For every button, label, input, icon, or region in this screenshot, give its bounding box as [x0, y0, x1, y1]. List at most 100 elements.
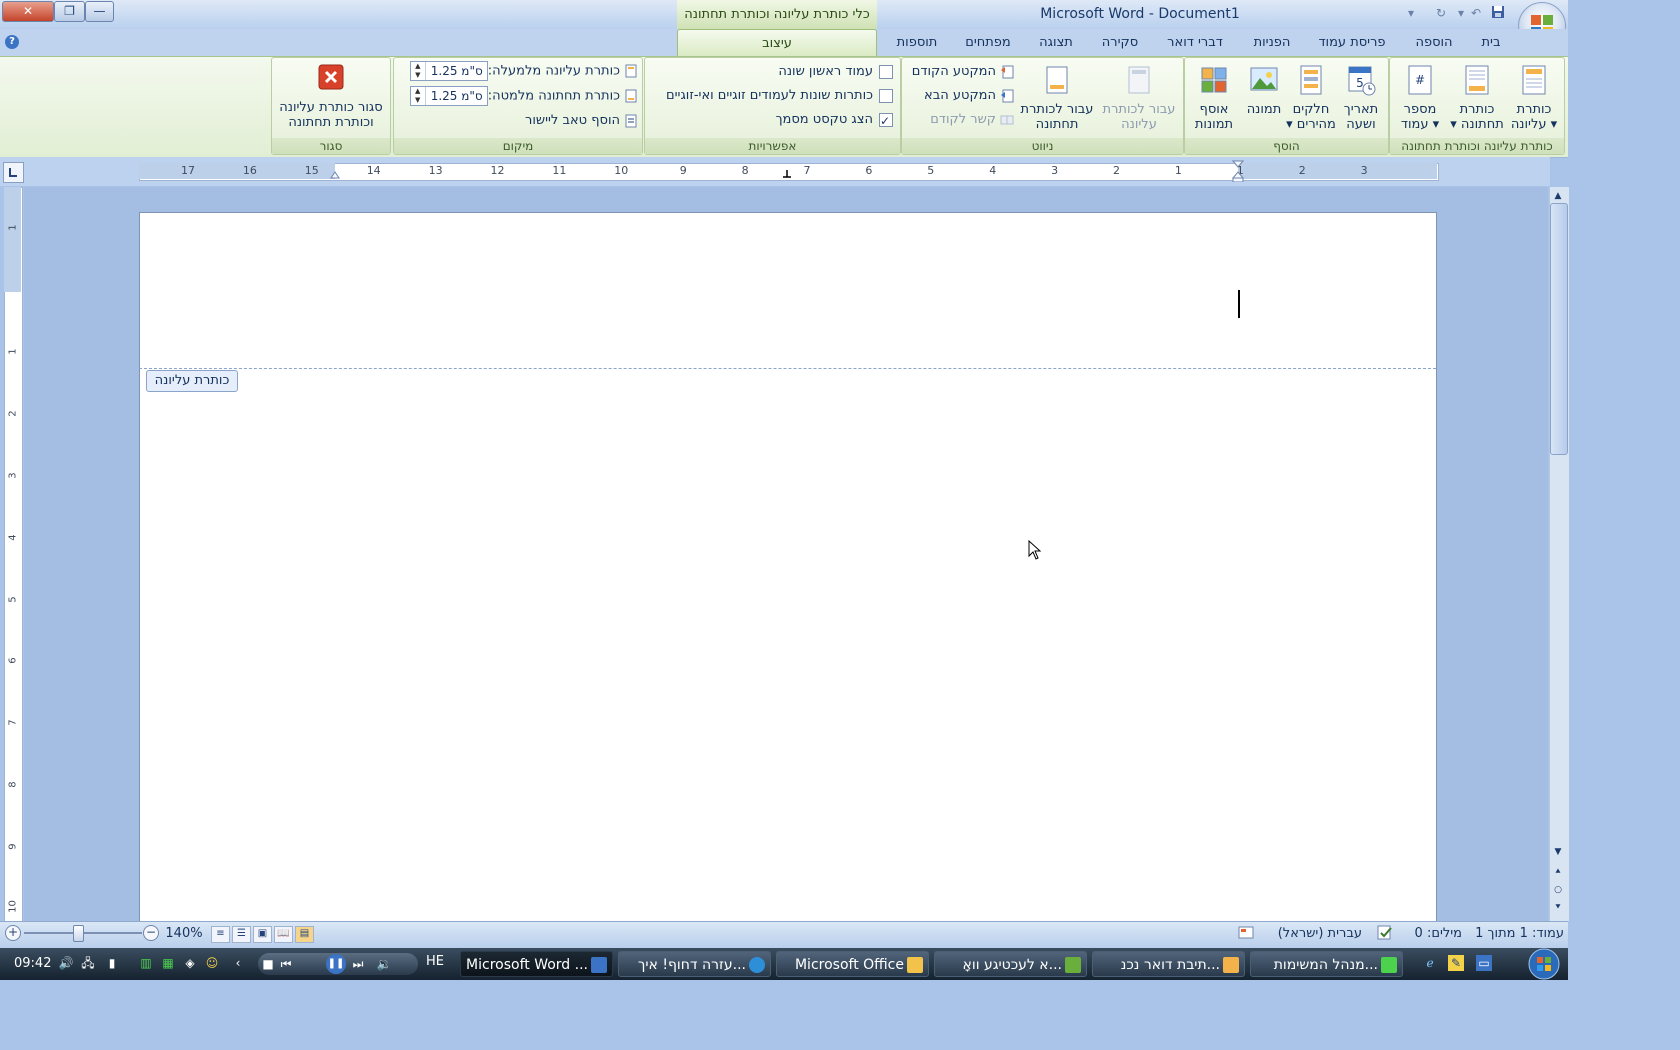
- quicklaunch-notepad-icon[interactable]: ✎: [1448, 955, 1464, 971]
- restore-window-button[interactable]: ❐: [54, 1, 85, 22]
- different-odd-even-option[interactable]: כותרות שונות לעמודים זוגיים ואי-זוגיים: [651, 86, 893, 106]
- save-icon[interactable]: [1490, 5, 1506, 21]
- picture-button[interactable]: תמונה: [1241, 64, 1287, 117]
- left-indent-marker-icon[interactable]: [330, 170, 340, 180]
- next-section-button[interactable]: המקטע הבא: [906, 86, 1014, 106]
- media-next-icon[interactable]: ⏭: [350, 956, 366, 972]
- media-stop-icon[interactable]: ■: [260, 956, 276, 972]
- tab-mailings[interactable]: דברי דואר: [1162, 33, 1228, 53]
- scrollbar-thumb[interactable]: [1550, 203, 1568, 455]
- date-time-button[interactable]: 5 תאריך ושעה: [1335, 64, 1387, 132]
- spinner-arrows-icon[interactable]: ▲ ▼: [411, 87, 426, 105]
- center-tab-marker-icon[interactable]: [782, 168, 792, 178]
- tab-review[interactable]: סקירה: [1098, 33, 1142, 53]
- tab-insert[interactable]: הוספה: [1410, 33, 1458, 53]
- start-button[interactable]: [1512, 948, 1568, 980]
- minimize-window-button[interactable]: —: [85, 1, 114, 22]
- media-pause-icon[interactable]: ❚❚: [326, 954, 346, 974]
- different-first-page-option[interactable]: עמוד ראשון שונה: [651, 62, 893, 82]
- clip-art-button[interactable]: אוסף תמונות: [1187, 64, 1241, 132]
- tab-page-layout[interactable]: פריסת עמוד: [1314, 33, 1390, 53]
- page-number-button[interactable]: # מספר עמוד ▾: [1392, 64, 1448, 132]
- calendar-clock-icon: 5: [1348, 66, 1376, 96]
- tray-app-icon[interactable]: ◈: [182, 955, 198, 971]
- quick-access-dropdown-icon[interactable]: ▾: [1403, 5, 1419, 21]
- taskbar-item-task-manager[interactable]: מנהל המשימות...: [1250, 951, 1403, 977]
- taskbar-clock[interactable]: 09:42: [14, 956, 51, 971]
- media-player-toolbar[interactable]: ■ ⏮ ❚❚ ⏭ 🔉: [258, 953, 418, 975]
- vertical-ruler[interactable]: [4, 187, 23, 922]
- media-volume-icon[interactable]: 🔉: [376, 956, 392, 972]
- word-count-status[interactable]: מילים: 0: [1406, 926, 1462, 942]
- power-icon[interactable]: ▮: [104, 955, 120, 971]
- draft-view-button[interactable]: ≡: [211, 926, 230, 943]
- goto-header-button[interactable]: עבור לכותרת עליונה: [1098, 64, 1180, 132]
- tab-references[interactable]: הפניות: [1248, 33, 1296, 53]
- zoom-in-button[interactable]: +: [5, 925, 21, 941]
- mail-icon: [1223, 957, 1239, 973]
- tab-developer[interactable]: מפתחים: [962, 33, 1014, 53]
- next-page-icon[interactable]: ⯆: [1551, 901, 1565, 915]
- tab-stop-icon: [9, 168, 17, 177]
- undo-dropdown-icon[interactable]: ▾: [1453, 5, 1469, 21]
- previous-page-icon[interactable]: ⯅: [1551, 865, 1565, 879]
- tab-view[interactable]: תצוגה: [1036, 33, 1076, 53]
- different-odd-even-label: כותרות שונות לעמודים זוגיים ואי-זוגיים: [666, 88, 873, 103]
- undo-icon[interactable]: ↶: [1468, 5, 1484, 21]
- show-document-text-checkbox[interactable]: [879, 111, 893, 131]
- header-from-top-spinner[interactable]: 1.25 ס"מ ▲ ▼: [409, 61, 488, 81]
- insert-alignment-tab-button[interactable]: הוסף טאב ליישור: [398, 111, 638, 131]
- different-first-page-label: עמוד ראשון שונה: [778, 64, 873, 79]
- tab-addins[interactable]: תוספות: [892, 33, 942, 53]
- print-layout-view-button[interactable]: ▤: [295, 926, 314, 943]
- close-window-button[interactable]: ✕: [2, 1, 54, 22]
- tray-expand-icon[interactable]: ‹: [230, 955, 246, 971]
- tab-selector-button[interactable]: [3, 162, 24, 183]
- tab-home[interactable]: בית: [1476, 33, 1506, 53]
- different-first-page-checkbox[interactable]: [879, 64, 893, 79]
- proofing-icon[interactable]: [1375, 924, 1395, 942]
- goto-footer-button[interactable]: עבור לכותרת תחתונה: [1016, 64, 1098, 132]
- taskbar-item-office-folder[interactable]: Microsoft Office: [776, 951, 929, 977]
- quicklaunch-ie-icon[interactable]: ℯ: [1422, 955, 1438, 971]
- cpu-meter-icon[interactable]: ▥: [138, 955, 154, 971]
- page-count-status[interactable]: עמוד: 1 מתוך 1: [1470, 926, 1564, 942]
- scroll-up-icon[interactable]: ▲: [1551, 189, 1565, 203]
- indent-marker-icon[interactable]: [1231, 160, 1245, 183]
- memory-meter-icon[interactable]: ▦: [160, 955, 176, 971]
- scroll-down-icon[interactable]: ▼: [1551, 845, 1565, 859]
- network-icon[interactable]: 🖧: [80, 955, 96, 971]
- header-button[interactable]: כותרת עליונה ▾: [1506, 64, 1562, 132]
- taskbar-item-browser[interactable]: עזרה דחוף! איך...: [618, 951, 771, 977]
- zoom-slider-thumb[interactable]: [73, 925, 84, 942]
- different-odd-even-checkbox[interactable]: [879, 88, 893, 103]
- footer-from-bottom-spinner[interactable]: 1.25 ס"מ ▲ ▼: [409, 86, 488, 106]
- outline-view-button[interactable]: ☰: [232, 926, 251, 943]
- web-layout-button[interactable]: ▣: [253, 926, 272, 943]
- taskbar-item-inbox[interactable]: תיבת דואר נכנ...: [1092, 951, 1245, 977]
- tab-design[interactable]: עיצוב: [677, 29, 877, 57]
- taskbar-item-document[interactable]: א לעכטיגע וואָ...: [934, 951, 1087, 977]
- previous-section-button[interactable]: המקטע הקודם: [906, 62, 1014, 82]
- footer-button[interactable]: כותרת ▾ תחתונה: [1448, 64, 1506, 132]
- quicklaunch-desktop-icon[interactable]: ▭: [1476, 955, 1492, 971]
- redo-icon[interactable]: ↻: [1433, 5, 1449, 21]
- close-header-footer-button[interactable]: סגור כותרת עליונה וכותרת תחתונה: [274, 64, 388, 130]
- document-page[interactable]: [139, 212, 1437, 922]
- show-document-text-option[interactable]: הצג טקסט מסמך: [651, 110, 893, 131]
- macro-record-icon[interactable]: [1238, 925, 1254, 940]
- media-prev-icon[interactable]: ⏮: [278, 956, 294, 972]
- browse-object-icon[interactable]: ○: [1551, 883, 1565, 897]
- volume-icon[interactable]: 🔊: [58, 955, 74, 971]
- language-indicator[interactable]: HE: [426, 954, 444, 969]
- zoom-level[interactable]: 140%: [164, 926, 204, 942]
- spinner-arrows-icon[interactable]: ▲ ▼: [411, 62, 426, 80]
- help-icon[interactable]: ?: [5, 35, 19, 49]
- language-status[interactable]: עברית (ישראל): [1266, 926, 1362, 942]
- taskbar-item-word[interactable]: Microsoft Word ...: [460, 951, 613, 977]
- full-screen-reading-button[interactable]: 📖: [274, 926, 293, 943]
- quick-parts-button[interactable]: חלקים ▾ מהירים: [1285, 64, 1337, 132]
- link-to-previous-button[interactable]: קשר לקודם: [906, 110, 1014, 130]
- messenger-icon[interactable]: ☺: [204, 955, 220, 971]
- zoom-out-button[interactable]: −: [143, 925, 159, 941]
